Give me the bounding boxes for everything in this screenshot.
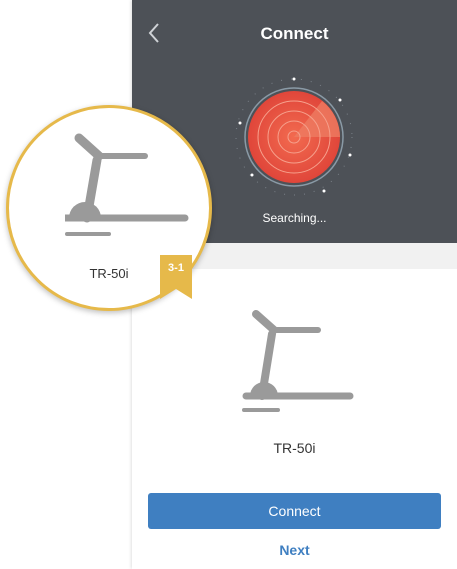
- next-link[interactable]: Next: [132, 542, 457, 558]
- connect-button[interactable]: Connect: [148, 493, 441, 529]
- radar-icon: [235, 77, 353, 196]
- treadmill-icon[interactable]: [232, 300, 357, 415]
- step-badge-label: 3-1: [168, 262, 184, 274]
- treadmill-icon: [65, 133, 189, 236]
- page-title: Connect: [260, 24, 329, 43]
- device-name: TR-50i: [273, 440, 316, 456]
